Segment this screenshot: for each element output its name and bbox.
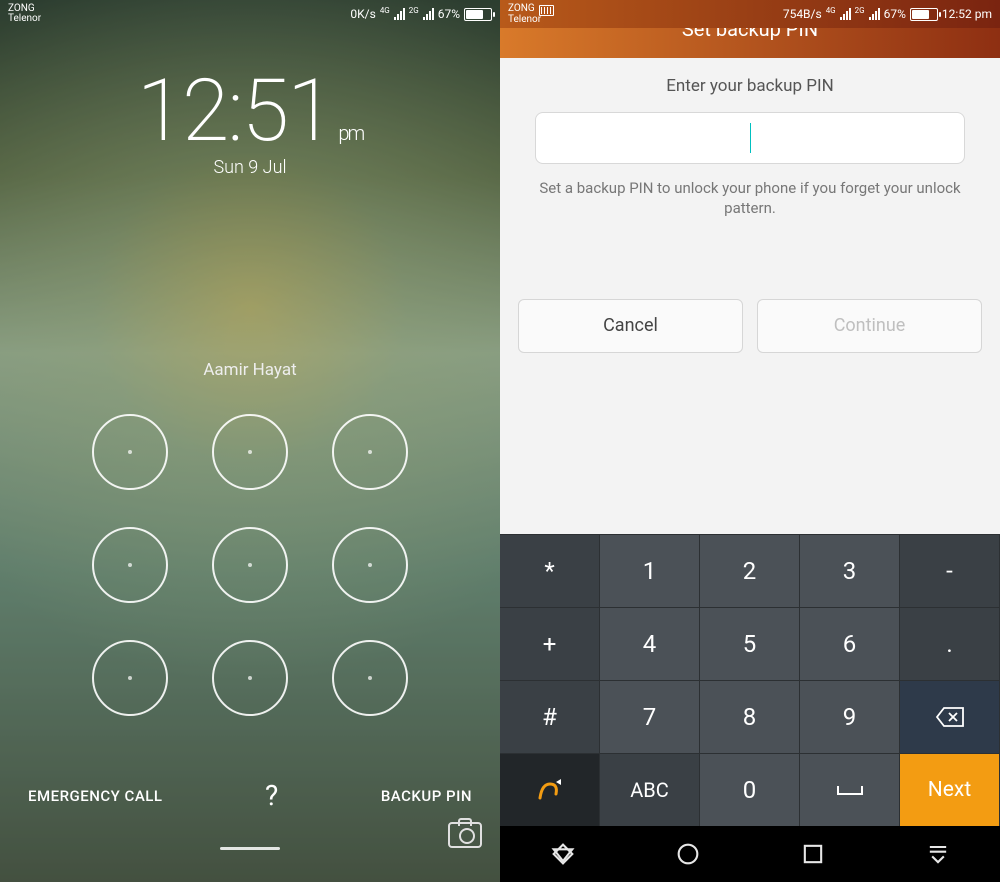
signal-bars-1-icon — [840, 8, 851, 20]
key-1[interactable]: 1 — [600, 534, 700, 607]
pattern-node[interactable] — [332, 527, 408, 603]
key-4[interactable]: 4 — [600, 607, 700, 680]
status-bar-right: ZONG Telenor 754B/s 4G 2G 67% 12:52 pm — [500, 0, 1000, 28]
key-hash[interactable]: # — [500, 680, 600, 753]
key-swype[interactable] — [500, 753, 600, 826]
key-2[interactable]: 2 — [700, 534, 800, 607]
key-next[interactable]: Next — [900, 753, 1000, 826]
pattern-node[interactable] — [332, 640, 408, 716]
owner-name: Aamir Hayat — [0, 360, 500, 380]
key-space[interactable] — [800, 753, 900, 826]
carrier-1: ZONG — [508, 4, 535, 14]
battery-percent: 67% — [438, 7, 460, 21]
signal-bars-2-icon — [869, 8, 880, 20]
home-indicator[interactable] — [220, 847, 280, 850]
network-1-label: 4G — [826, 6, 836, 15]
key-9[interactable]: 9 — [800, 680, 900, 753]
help-button[interactable]: ? — [265, 779, 278, 812]
data-speed: 754B/s — [783, 7, 822, 21]
pattern-node[interactable] — [212, 414, 288, 490]
emergency-call-button[interactable]: EMERGENCY CALL — [28, 787, 162, 805]
network-2-label: 2G — [409, 6, 419, 15]
key-minus[interactable]: - — [900, 534, 1000, 607]
nav-hide-keyboard-button[interactable] — [924, 840, 952, 868]
key-asterisk[interactable]: * — [500, 534, 600, 607]
signal-bars-1-icon — [394, 8, 405, 20]
backspace-icon — [935, 706, 965, 728]
clock-ampm: pm — [338, 121, 363, 145]
keyboard-indicator-icon — [539, 5, 554, 16]
status-bar-left: ZONG Telenor 0K/s 4G 2G 67% — [0, 0, 500, 28]
space-icon — [835, 783, 865, 797]
pattern-node[interactable] — [92, 527, 168, 603]
navigation-bar — [500, 826, 1000, 882]
key-3[interactable]: 3 — [800, 534, 900, 607]
status-time: 12:52 pm — [942, 7, 992, 21]
prompt-text: Enter your backup PIN — [516, 76, 984, 96]
key-period[interactable]: . — [900, 607, 1000, 680]
camera-icon[interactable] — [448, 822, 482, 848]
nav-home-button[interactable] — [674, 840, 702, 868]
nav-back-button[interactable] — [549, 840, 577, 868]
network-1-label: 4G — [380, 6, 390, 15]
carrier-labels: ZONG Telenor — [8, 4, 41, 24]
backup-pin-screen: ZONG Telenor 754B/s 4G 2G 67% 12:52 pm S… — [500, 0, 1000, 882]
backup-pin-button[interactable]: BACKUP PIN — [381, 787, 472, 805]
swype-icon — [536, 776, 564, 804]
pattern-node[interactable] — [212, 527, 288, 603]
signal-bars-2-icon — [423, 8, 434, 20]
key-8[interactable]: 8 — [700, 680, 800, 753]
lockscreen-clock: 12:51 pm Sun 9 Jul — [0, 60, 500, 178]
battery-icon — [910, 8, 938, 21]
key-plus[interactable]: + — [500, 607, 600, 680]
key-0[interactable]: 0 — [700, 753, 800, 826]
cancel-button[interactable]: Cancel — [518, 299, 743, 353]
pattern-node[interactable] — [212, 640, 288, 716]
carrier-labels: ZONG Telenor — [508, 4, 554, 25]
pattern-node[interactable] — [332, 414, 408, 490]
numeric-keypad: * 1 2 3 - + 4 5 6 . # 7 8 9 ABC 0 Next — [500, 534, 1000, 826]
text-cursor — [750, 123, 752, 153]
battery-icon — [464, 8, 492, 21]
pattern-node[interactable] — [92, 640, 168, 716]
continue-button[interactable]: Continue — [757, 299, 982, 353]
key-5[interactable]: 5 — [700, 607, 800, 680]
network-2-label: 2G — [855, 6, 865, 15]
clock-time: 12:51 — [137, 60, 333, 161]
key-6[interactable]: 6 — [800, 607, 900, 680]
battery-percent: 67% — [884, 7, 906, 21]
carrier-2: Telenor — [508, 15, 554, 25]
clock-date: Sun 9 Jul — [0, 157, 500, 178]
key-backspace[interactable] — [900, 680, 1000, 753]
data-speed: 0K/s — [350, 7, 375, 21]
pattern-node[interactable] — [92, 414, 168, 490]
nav-recent-button[interactable] — [799, 840, 827, 868]
key-abc[interactable]: ABC — [600, 753, 700, 826]
lockscreen: ZONG Telenor 0K/s 4G 2G 67% 12:51 pm Sun… — [0, 0, 500, 882]
hint-text: Set a backup PIN to unlock your phone if… — [516, 178, 984, 219]
pattern-unlock-grid[interactable] — [70, 395, 430, 735]
key-7[interactable]: 7 — [600, 680, 700, 753]
carrier-2: Telenor — [8, 14, 41, 24]
pin-input[interactable] — [535, 112, 966, 164]
